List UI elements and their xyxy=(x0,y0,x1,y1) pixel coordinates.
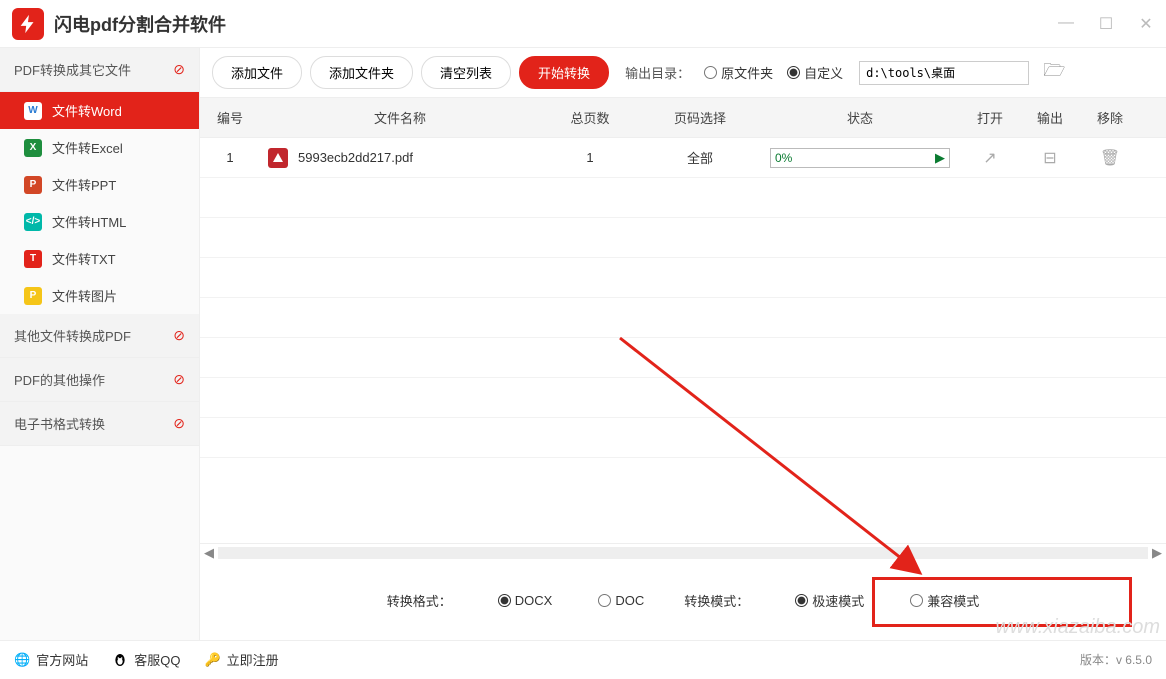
sidebar-section-pdf-to-other[interactable]: PDF转换成其它文件 ⊘ xyxy=(0,48,199,92)
sidebar-item-2[interactable]: P 文件转PPT xyxy=(0,166,199,203)
key-icon: 🔑 xyxy=(204,652,220,668)
delete-file-icon[interactable]: 🗑 xyxy=(1100,150,1120,167)
clear-list-button[interactable]: 清空列表 xyxy=(421,56,511,89)
format-doc-radio[interactable]: DOC xyxy=(598,593,644,608)
sidebar-section-label: 其他文件转换成PDF xyxy=(14,326,131,345)
cell-number: 1 xyxy=(200,140,260,175)
sidebar-item-3[interactable]: </> 文件转HTML xyxy=(0,203,199,240)
output-custom-radio[interactable]: 自定义 xyxy=(787,63,843,82)
mode-label: 转换模式： xyxy=(684,591,749,610)
globe-icon: 🌐 xyxy=(14,652,30,668)
sidebar-item-4[interactable]: T 文件转TXT xyxy=(0,240,199,277)
progress-percent: 0% xyxy=(775,151,929,165)
app-title: 闪电pdf分割合并软件 xyxy=(54,11,226,37)
th-total-pages: 总页数 xyxy=(540,98,640,137)
register-link[interactable]: 🔑 立即注册 xyxy=(204,650,278,669)
sidebar-section-label: PDF转换成其它文件 xyxy=(14,60,131,79)
scroll-left-icon[interactable]: ◀ xyxy=(204,545,214,561)
progress-bar[interactable]: 0% ▶ xyxy=(770,148,950,168)
highlight-annotation xyxy=(872,577,1132,627)
sidebar-section-ebook[interactable]: 电子书格式转换 ⊘ xyxy=(0,402,199,446)
play-icon[interactable]: ▶ xyxy=(935,150,945,166)
chevron-right-icon: ⊘ xyxy=(173,327,185,344)
output-file-icon[interactable]: ⊟ xyxy=(1043,150,1056,167)
mode-fast-radio[interactable]: 极速模式 xyxy=(795,591,864,610)
sidebar-item-label: 文件转图片 xyxy=(52,286,117,305)
format-docx-radio[interactable]: DOCX xyxy=(498,593,553,608)
sidebar-section-label: 电子书格式转换 xyxy=(14,414,105,433)
sidebar-item-label: 文件转Word xyxy=(52,101,122,120)
th-output: 输出 xyxy=(1020,98,1080,137)
th-page-select: 页码选择 xyxy=(640,98,760,137)
support-qq-link[interactable]: 客服QQ xyxy=(112,650,180,669)
th-filename: 文件名称 xyxy=(260,98,540,137)
output-dir-label: 输出目录： xyxy=(625,63,690,82)
official-site-link[interactable]: 🌐 官方网站 xyxy=(14,650,88,669)
scroll-right-icon[interactable]: ▶ xyxy=(1152,545,1162,561)
th-number: 编号 xyxy=(200,98,260,137)
table-row[interactable]: 1 5993ecb2dd217.pdf 1 全部 0% ▶ ↗ ⊟ 🗑 xyxy=(200,138,1166,178)
start-convert-button[interactable]: 开始转换 xyxy=(519,56,609,89)
sidebar-section-other-to-pdf[interactable]: 其他文件转换成PDF ⊘ xyxy=(0,314,199,358)
browse-folder-icon[interactable]: 🗁 xyxy=(1043,58,1065,88)
chevron-right-icon: ⊘ xyxy=(173,371,185,388)
sidebar-item-1[interactable]: X 文件转Excel xyxy=(0,129,199,166)
sidebar-item-5[interactable]: P 文件转图片 xyxy=(0,277,199,314)
qq-penguin-icon xyxy=(112,652,128,668)
add-folder-button[interactable]: 添加文件夹 xyxy=(310,56,413,89)
file-type-icon: X xyxy=(24,139,42,157)
footer: 🌐 官方网站 客服QQ 🔑 立即注册 版本：v 6.5.0 xyxy=(0,640,1166,678)
file-type-icon: </> xyxy=(24,213,42,231)
app-logo-icon xyxy=(12,8,44,40)
toolbar: 添加文件 添加文件夹 清空列表 开始转换 输出目录： 原文件夹 自定义 🗁 xyxy=(200,48,1166,98)
sidebar-item-label: 文件转TXT xyxy=(52,249,116,268)
minimize-button[interactable]: — xyxy=(1058,14,1074,34)
chevron-down-icon: ⊘ xyxy=(173,61,185,78)
version-label: 版本：v 6.5.0 xyxy=(1080,651,1152,668)
sidebar-item-label: 文件转PPT xyxy=(52,175,116,194)
sidebar: PDF转换成其它文件 ⊘ W 文件转Word X 文件转Excel P 文件转PPT </>… xyxy=(0,48,200,640)
file-type-icon: W xyxy=(24,102,42,120)
maximize-button[interactable]: ☐ xyxy=(1098,14,1114,34)
close-button[interactable]: ✕ xyxy=(1138,14,1154,34)
format-label: 转换格式： xyxy=(387,591,452,610)
file-type-icon: P xyxy=(24,287,42,305)
file-type-icon: P xyxy=(24,176,42,194)
sidebar-section-pdf-other-ops[interactable]: PDF的其他操作 ⊘ xyxy=(0,358,199,402)
chevron-right-icon: ⊘ xyxy=(173,415,185,432)
add-file-button[interactable]: 添加文件 xyxy=(212,56,302,89)
th-open: 打开 xyxy=(960,98,1020,137)
sidebar-item-label: 文件转HTML xyxy=(52,212,126,231)
output-source-radio[interactable]: 原文件夹 xyxy=(704,63,773,82)
sidebar-section-label: PDF的其他操作 xyxy=(14,370,105,389)
cell-pages: 1 xyxy=(540,140,640,175)
open-file-icon[interactable]: ↗ xyxy=(983,150,996,167)
th-remove: 移除 xyxy=(1080,98,1140,137)
th-status: 状态 xyxy=(760,98,960,137)
cell-page-select[interactable]: 全部 xyxy=(640,138,760,177)
output-path-input[interactable] xyxy=(859,61,1029,85)
cell-filename: 5993ecb2dd217.pdf xyxy=(298,150,413,165)
pdf-file-icon xyxy=(268,148,288,168)
sidebar-item-label: 文件转Excel xyxy=(52,138,123,157)
file-type-icon: T xyxy=(24,250,42,268)
horizontal-scrollbar[interactable]: ◀ ▶ xyxy=(200,543,1166,561)
sidebar-item-0[interactable]: W 文件转Word xyxy=(0,92,199,129)
file-table: 编号 文件名称 总页数 页码选择 状态 打开 输出 移除 1 5993ecb2d… xyxy=(200,98,1166,543)
